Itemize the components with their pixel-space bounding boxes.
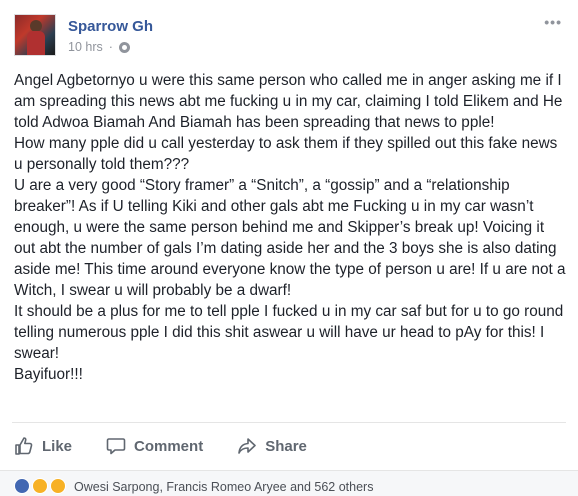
share-label: Share [265,437,307,455]
share-icon [238,438,256,454]
post-actions: Like Comment Share [14,436,307,456]
avatar[interactable] [14,14,56,56]
like-label: Like [42,437,73,455]
reactions-summary[interactable]: Owesi Sarpong, Francis Romeo Aryee and 5… [74,480,373,494]
comment-button[interactable]: Comment [106,436,203,456]
avatar-body [27,31,45,55]
meta-separator: · [108,40,113,54]
more-options-icon[interactable]: ••• [544,14,562,30]
wow-reaction-icon [50,478,66,494]
post-time[interactable]: 10 hrs [68,40,103,54]
like-icon [15,437,33,455]
post-text: Angel Agbetornyo u were this same person… [14,70,566,385]
reaction-icons[interactable] [14,478,68,494]
like-reaction-icon [14,478,30,494]
like-button[interactable]: Like [14,436,72,456]
globe-icon[interactable] [118,41,130,53]
post-paragraph: How many pple did u call yesterday to as… [14,135,558,173]
post-paragraph: Bayifuor!!! [14,366,83,383]
actions-divider [12,422,566,423]
post-paragraph: It should be a plus for me to tell pple … [14,303,564,362]
comment-icon [106,438,126,455]
share-button[interactable]: Share [237,436,307,456]
post-paragraph: U are a very good “Story framer” a “Snit… [14,177,566,299]
post-meta: 10 hrs · [68,40,130,54]
post-paragraph: Angel Agbetornyo u were this same person… [14,72,563,131]
comment-label: Comment [134,437,204,455]
author-name[interactable]: Sparrow Gh [68,18,153,35]
post-card: Sparrow Gh 10 hrs · ••• Angel Agbetornyo… [0,0,578,496]
haha-reaction-icon [32,478,48,494]
